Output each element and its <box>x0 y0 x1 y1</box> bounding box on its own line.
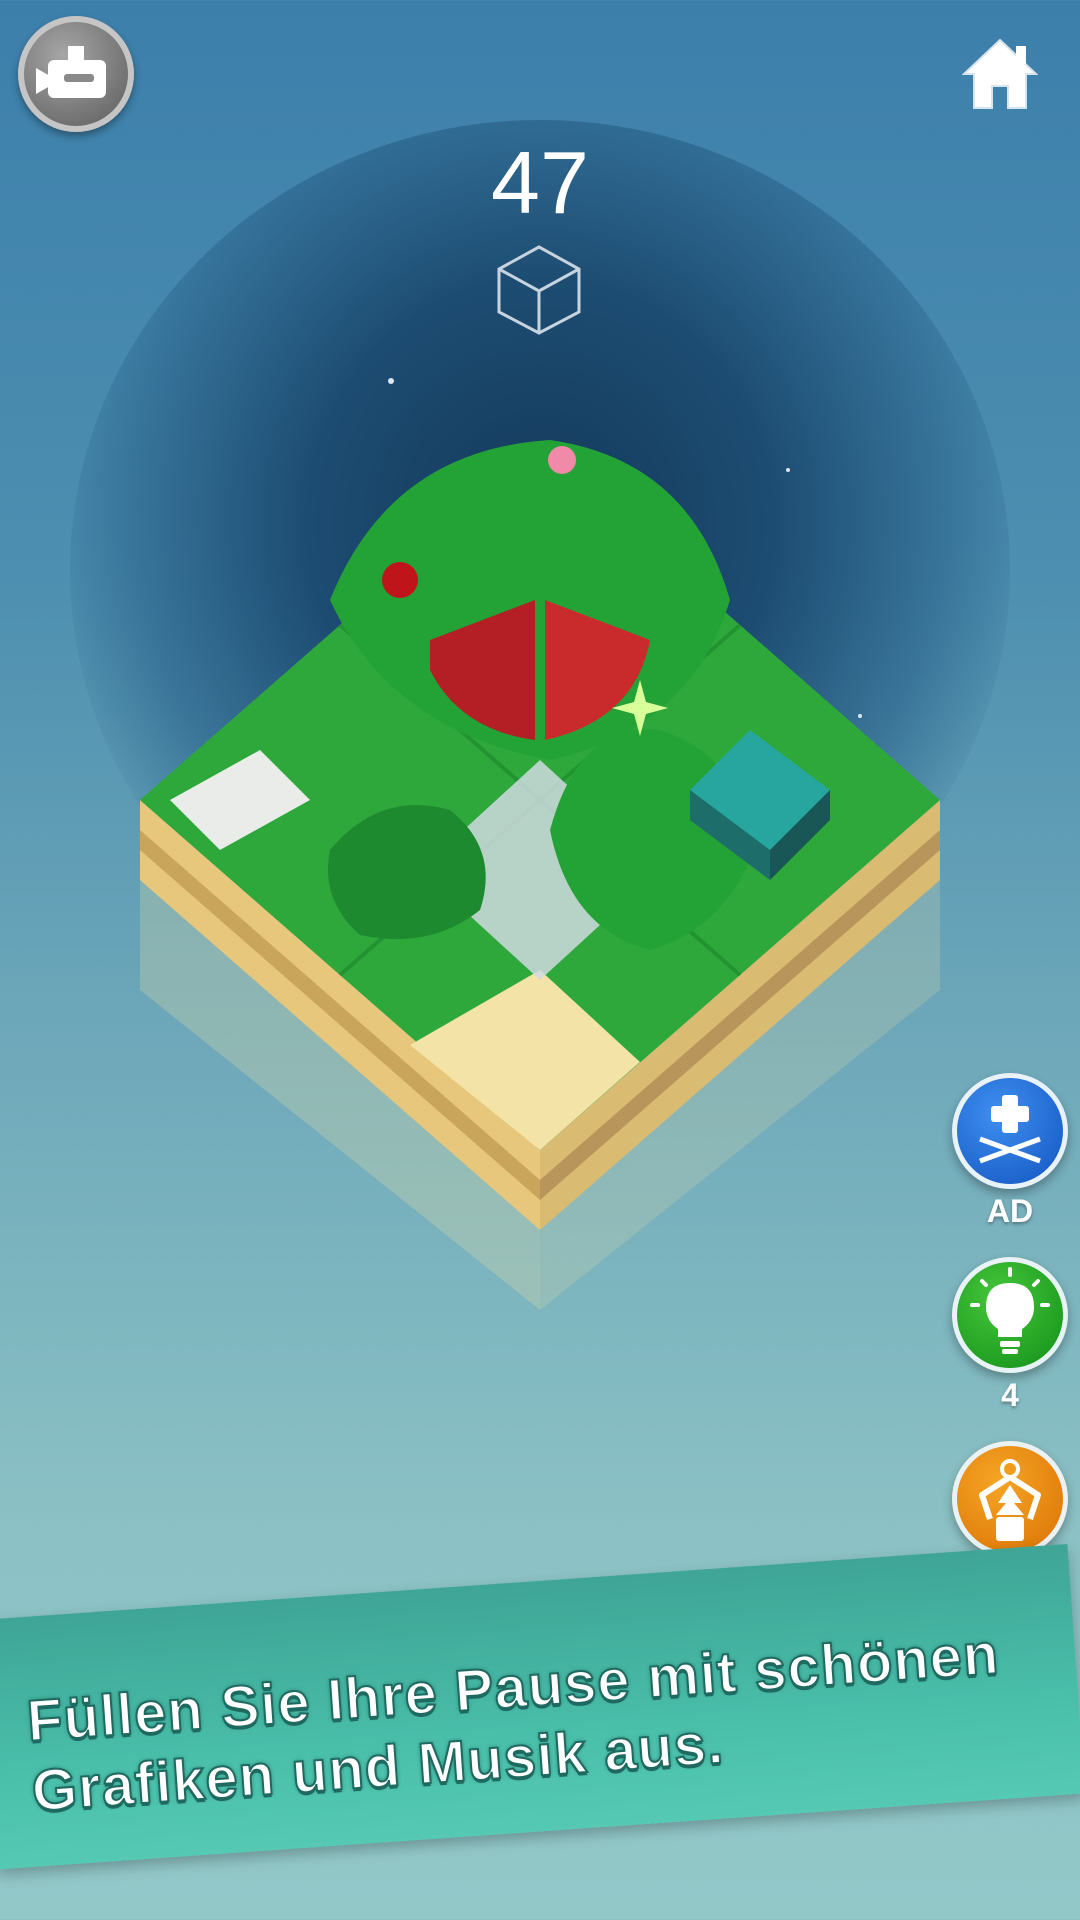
promo-text: Füllen Sie Ihre Pause mit schönen Grafik… <box>24 1616 1052 1827</box>
home-button[interactable] <box>961 36 1039 112</box>
promo-banner: Füllen Sie Ihre Pause mit schönen Grafik… <box>0 1543 1080 1870</box>
pink-flower <box>548 446 576 474</box>
star <box>388 378 394 384</box>
lightbulb-icon <box>970 1267 1050 1354</box>
record-video-button[interactable] <box>18 16 134 132</box>
cube-outline-icon <box>497 245 581 335</box>
hint-button[interactable] <box>952 1257 1068 1373</box>
home-icon <box>961 38 1039 109</box>
hint-count: 4 <box>1001 1377 1019 1413</box>
puzzle-island[interactable] <box>130 430 950 1310</box>
move-powerup-button[interactable] <box>952 1073 1068 1189</box>
tree-claw-button[interactable] <box>952 1441 1068 1557</box>
video-camera-icon <box>36 46 106 98</box>
move-arrows-plus-icon <box>979 1095 1041 1164</box>
moves-score: 47 <box>491 133 589 232</box>
claw-tree-icon <box>979 1459 1041 1541</box>
move-powerup-label: AD <box>986 1193 1034 1229</box>
ladybug <box>382 562 418 598</box>
